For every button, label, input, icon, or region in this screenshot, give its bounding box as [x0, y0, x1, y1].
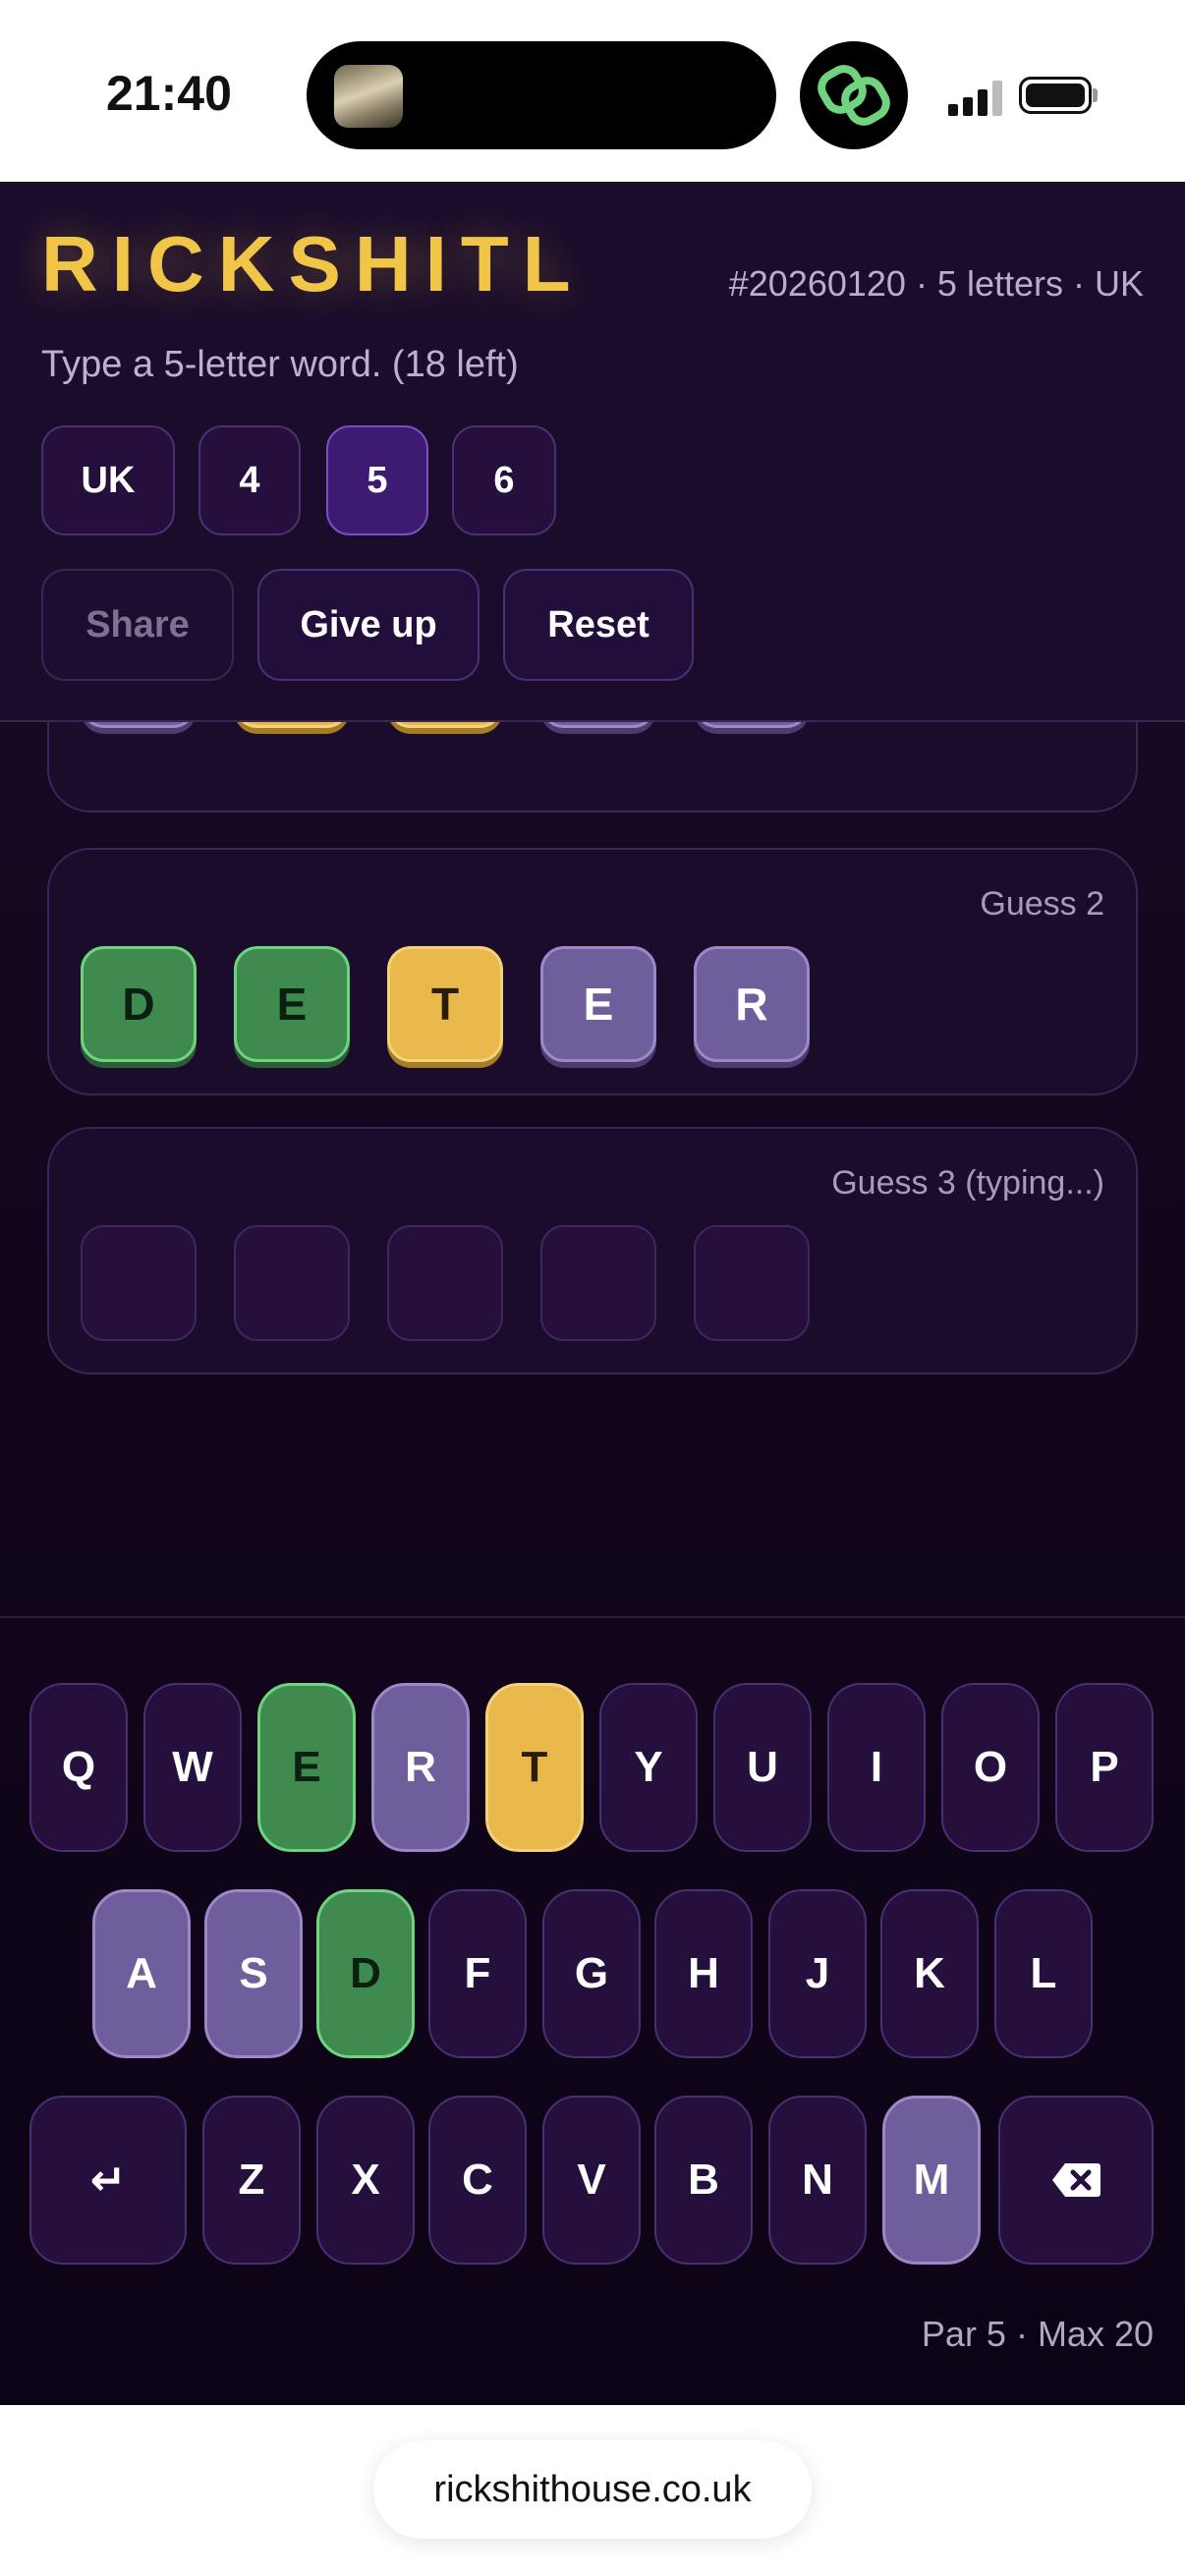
status-time: 21:40 [106, 66, 232, 121]
empty-tile [540, 1225, 656, 1341]
guess-2-tile: R [694, 946, 810, 1062]
cellular-signal-icon [948, 81, 1002, 116]
enter-key[interactable]: ↵ [29, 2096, 187, 2265]
empty-tile [234, 1225, 350, 1341]
key-q[interactable]: Q [29, 1683, 128, 1852]
key-s[interactable]: S [204, 1889, 303, 2058]
key-c[interactable]: C [428, 2096, 527, 2265]
battery-nub [1093, 88, 1098, 102]
length-option-5[interactable]: 5 [326, 425, 428, 535]
guess-2-tile: D [81, 946, 197, 1062]
key-h[interactable]: H [654, 1889, 753, 2058]
key-m[interactable]: M [882, 2096, 981, 2265]
key-e[interactable]: E [257, 1683, 356, 1852]
link-bubble[interactable] [800, 41, 908, 149]
key-n[interactable]: N [768, 2096, 867, 2265]
give-up-button[interactable]: Give up [257, 569, 480, 681]
game-header: RICKSHITL #20260120 · 5 letters · UK Typ… [0, 182, 1185, 722]
guess-label: Guess 2 [980, 885, 1104, 923]
length-option-4[interactable]: 4 [198, 425, 301, 535]
game-app: RICKSHITL #20260120 · 5 letters · UK Typ… [0, 182, 1185, 2405]
key-b[interactable]: B [654, 2096, 753, 2265]
now-playing-thumbnail-icon [334, 65, 403, 128]
backspace-key[interactable] [998, 2096, 1154, 2265]
key-d[interactable]: D [316, 1889, 415, 2058]
instruction-text: Type a 5-letter word. (18 left) [41, 344, 519, 385]
key-a[interactable]: A [92, 1889, 191, 2058]
keyboard-divider [0, 1616, 1185, 1618]
browser-bottom-bar: rickshithouse.co.uk [0, 2405, 1185, 2576]
backspace-icon [1052, 2163, 1100, 2197]
guess-row-2: Guess 2 D E T E R [47, 848, 1138, 1095]
dynamic-island[interactable] [307, 41, 776, 149]
reset-button[interactable]: Reset [503, 569, 694, 681]
key-z[interactable]: Z [202, 2096, 301, 2265]
key-g[interactable]: G [542, 1889, 641, 2058]
key-p[interactable]: P [1055, 1683, 1154, 1852]
key-y[interactable]: Y [599, 1683, 698, 1852]
key-w[interactable]: W [143, 1683, 242, 1852]
puzzle-meta: #20260120 · 5 letters · UK [728, 263, 1144, 304]
empty-tile [81, 1225, 197, 1341]
guess-row-3: Guess 3 (typing...) [47, 1127, 1138, 1374]
key-u[interactable]: U [713, 1683, 812, 1852]
key-j[interactable]: J [768, 1889, 867, 2058]
key-f[interactable]: F [428, 1889, 527, 2058]
key-x[interactable]: X [316, 2096, 415, 2265]
key-t[interactable]: T [485, 1683, 584, 1852]
empty-tile [694, 1225, 810, 1341]
empty-tile [387, 1225, 503, 1341]
link-icon [818, 65, 890, 126]
guess-2-tile: E [234, 946, 350, 1062]
guess-2-tile: T [387, 946, 503, 1062]
key-k[interactable]: K [880, 1889, 979, 2058]
share-button[interactable]: Share [41, 569, 234, 681]
key-o[interactable]: O [941, 1683, 1040, 1852]
key-i[interactable]: I [827, 1683, 926, 1852]
key-v[interactable]: V [542, 2096, 641, 2265]
status-bar: 21:40 [0, 0, 1185, 182]
length-option-6[interactable]: 6 [452, 425, 556, 535]
game-title: RICKSHITL [41, 220, 585, 308]
length-option-uk[interactable]: UK [41, 425, 175, 535]
par-info: Par 5 · Max 20 [921, 2314, 1154, 2354]
guess-2-tile: E [540, 946, 656, 1062]
enter-icon: ↵ [89, 2156, 127, 2205]
key-r[interactable]: R [371, 1683, 470, 1852]
guess-label: Guess 3 (typing...) [831, 1164, 1104, 1202]
battery-icon [1019, 77, 1092, 114]
key-l[interactable]: L [994, 1889, 1093, 2058]
url-bar[interactable]: rickshithouse.co.uk [373, 2440, 812, 2539]
